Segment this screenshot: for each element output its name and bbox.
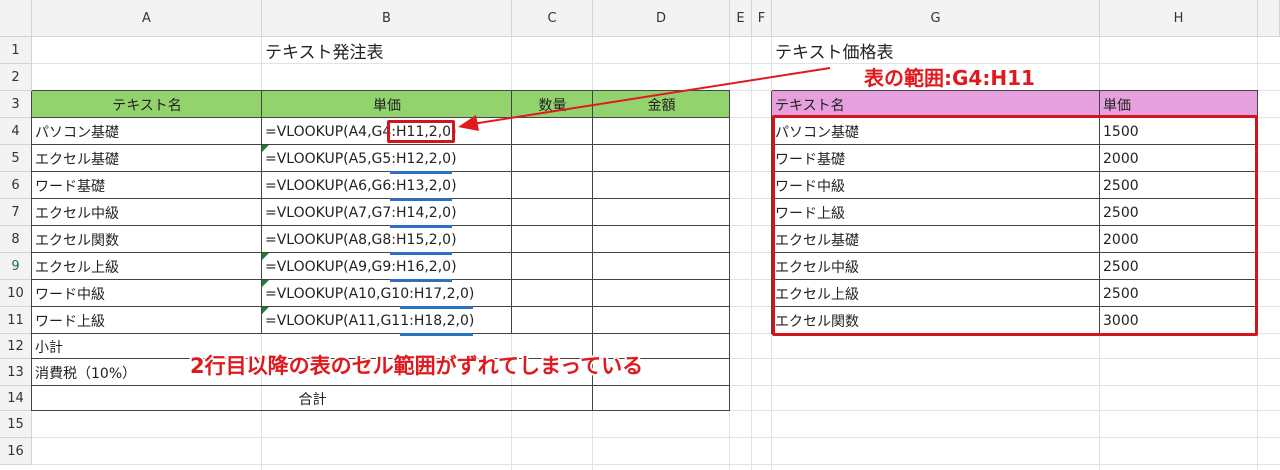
order-price-formula[interactable]: =VLOOKUP(A10,G10:H17,2,0) <box>262 280 512 307</box>
price-header-1: 単価 <box>1103 97 1131 114</box>
total-label: 合計 <box>298 391 327 408</box>
range-highlight-box <box>386 120 456 143</box>
column-header-f[interactable]: F <box>752 0 772 37</box>
order-header-3: 金額 <box>647 97 676 114</box>
row-header-7[interactable]: 7 <box>0 199 32 226</box>
error-indicator-triangle <box>262 253 269 260</box>
row-header-16[interactable]: 16 <box>0 438 32 465</box>
error-indicator-triangle <box>262 307 269 314</box>
column-header-blank <box>1258 0 1280 37</box>
order-header-2: 数量 <box>538 97 567 114</box>
row-header-2[interactable]: 2 <box>0 64 32 91</box>
order-header-1: 単価 <box>373 97 401 114</box>
column-header-g[interactable]: G <box>772 0 1100 37</box>
order-price-formula[interactable]: =VLOOKUP(A5,G5:H12,2,0) <box>262 145 512 172</box>
column-header-h[interactable]: H <box>1100 0 1258 37</box>
row-header-14[interactable]: 14 <box>0 386 32 411</box>
row-header-12[interactable]: 12 <box>0 334 32 359</box>
order-item-name[interactable]: エクセル基礎 <box>32 145 262 172</box>
column-header-b[interactable]: B <box>262 0 512 37</box>
order-header-0: テキスト名 <box>112 97 182 114</box>
select-all-corner[interactable] <box>0 0 32 37</box>
order-item-name[interactable]: エクセル中級 <box>32 199 262 226</box>
column-header-e[interactable]: E <box>730 0 752 37</box>
order-item-name[interactable]: エクセル関数 <box>32 226 262 253</box>
order-item-name[interactable]: パソコン基礎 <box>32 118 262 145</box>
order-item-name[interactable]: ワード上級 <box>32 307 262 334</box>
error-indicator-triangle <box>262 145 269 152</box>
price-header-0: テキスト名 <box>775 97 845 114</box>
row-header-1[interactable]: 1 <box>0 37 32 64</box>
price-range-highlight <box>772 115 1258 336</box>
shift-note-annotation: 2行目以降の表のセル範囲がずれてしまっている <box>190 354 644 378</box>
column-header-d[interactable]: D <box>593 0 730 37</box>
gridline-v <box>751 37 752 470</box>
order-item-name[interactable]: ワード基礎 <box>32 172 262 199</box>
column-header-a[interactable]: A <box>32 0 262 37</box>
gridline-h <box>32 464 1280 465</box>
order-price-formula[interactable]: =VLOOKUP(A11,G11:H18,2,0) <box>262 307 512 334</box>
order-item-name[interactable]: エクセル上級 <box>32 253 262 280</box>
range-underline <box>400 333 473 336</box>
row-header-15[interactable]: 15 <box>0 411 32 438</box>
row-header-13[interactable]: 13 <box>0 359 32 386</box>
order-price-formula[interactable]: =VLOOKUP(A8,G8:H15,2,0) <box>262 226 512 253</box>
tax-label: 消費税（10%） <box>35 365 137 382</box>
row-header-6[interactable]: 6 <box>0 172 32 199</box>
row-header-3[interactable]: 3 <box>0 91 32 118</box>
price-table-title: テキスト価格表 <box>775 43 894 63</box>
order-price-formula[interactable]: =VLOOKUP(A7,G7:H14,2,0) <box>262 199 512 226</box>
range-label-annotation: 表の範囲:G4:H11 <box>864 66 1035 90</box>
row-header-4[interactable]: 4 <box>0 118 32 145</box>
subtotal-label: 小計 <box>35 339 63 356</box>
column-header-c[interactable]: C <box>512 0 593 37</box>
error-indicator-triangle <box>262 280 269 287</box>
order-table-title: テキスト発注表 <box>265 43 384 63</box>
row-header-9[interactable]: 9 <box>0 253 32 280</box>
row-header-10[interactable]: 10 <box>0 280 32 307</box>
order-price-formula[interactable]: =VLOOKUP(A6,G6:H13,2,0) <box>262 172 512 199</box>
order-price-formula[interactable]: =VLOOKUP(A9,G9:H16,2,0) <box>262 253 512 280</box>
row-header-8[interactable]: 8 <box>0 226 32 253</box>
gridline-h <box>32 437 1280 438</box>
row-header-5[interactable]: 5 <box>0 145 32 172</box>
order-item-name[interactable]: ワード中級 <box>32 280 262 307</box>
row-header-11[interactable]: 11 <box>0 307 32 334</box>
gridline-h <box>32 63 1280 64</box>
spreadsheet-grid[interactable]: A B C D E F G H 1 2 3 4 5 6 7 8 9 10 11 12 13 14 15 16 テキスト発注表 テキ… <box>0 0 1280 470</box>
table-border-v <box>729 91 730 411</box>
